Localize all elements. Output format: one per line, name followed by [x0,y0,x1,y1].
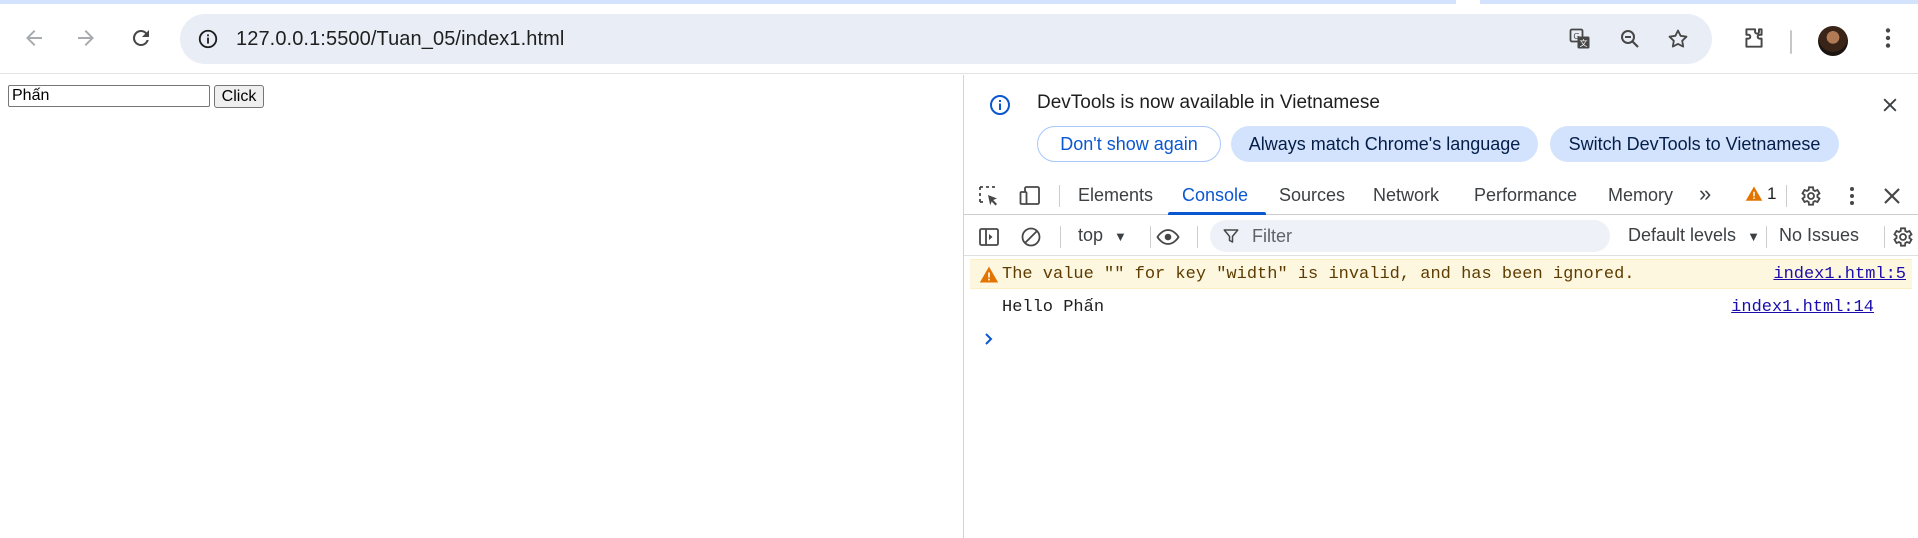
url-text[interactable]: 127.0.0.1:5500/Tuan_05/index1.html [236,28,564,51]
extensions-icon [1745,28,1763,48]
more-tabs-button[interactable]: » [1699,181,1711,207]
zoom-button[interactable] [1616,25,1644,53]
warning-count: 1 [1767,184,1777,203]
tab-sources[interactable]: Sources [1279,185,1345,206]
reload-button[interactable] [123,20,159,56]
settings-button[interactable] [1797,183,1823,209]
close-icon [1883,98,1897,112]
device-toolbar-button[interactable] [1017,183,1043,209]
extensions-button[interactable] [1737,21,1771,55]
bookmark-button[interactable] [1664,25,1692,53]
sidebar-toggle-button[interactable] [976,224,1002,250]
devtools-tabbar: Elements Console Sources Network Perform… [964,175,1918,215]
log-levels-dropdown[interactable]: Default levels ▼ [1628,225,1760,246]
log-message: Hello Phấn [1002,298,1105,317]
context-value: top [1078,225,1104,245]
warning-source-link[interactable]: index1.html:5 [1773,265,1906,284]
back-button[interactable] [16,20,52,56]
address-bar[interactable]: 127.0.0.1:5500/Tuan_05/index1.html G 文 [180,14,1712,64]
levels-label: Default levels [1628,225,1737,245]
toolbar-separator [1790,30,1792,54]
filter-icon [1223,229,1239,243]
inspect-element-icon [979,186,997,206]
forward-button[interactable] [68,20,104,56]
tab-network[interactable]: Network [1373,185,1439,206]
more-menu-icon [1885,28,1891,48]
devtools-menu-button[interactable] [1839,183,1865,209]
dropdown-arrow-icon: ▼ [1114,229,1127,244]
warning-message: The value "" for key "width" is invalid,… [1002,265,1635,284]
zoom-icon [1621,30,1639,48]
toolbar-divider [1786,185,1787,207]
translate-button[interactable]: G 文 [1566,25,1594,53]
gear-icon [1893,227,1913,247]
forward-icon [78,30,94,46]
context-selector[interactable]: top ▼ [1078,225,1127,246]
eye-icon [1156,229,1180,245]
toolbar-divider [1060,226,1061,248]
tab-performance[interactable]: Performance [1474,185,1577,206]
close-icon [1884,188,1900,204]
tab-elements[interactable]: Elements [1078,185,1153,206]
page-viewport: Click [0,75,963,538]
toolbar-divider [1197,226,1198,248]
live-expression-button[interactable] [1155,224,1181,250]
devtools-close-button[interactable] [1879,183,1905,209]
console-log-row: Hello Phấn index1.html:14 [970,291,1912,321]
console-settings-button[interactable] [1889,224,1915,250]
console-toolbar: top ▼ Filter Default levels ▼ No Issues [964,216,1918,256]
bookmark-star-icon [1668,29,1688,48]
back-icon [26,30,42,46]
warning-icon [979,266,999,283]
console-filter-input[interactable]: Filter [1210,220,1610,252]
active-tab-indicator [1168,212,1266,215]
sidebar-toggle-icon [979,228,999,246]
tab-console[interactable]: Console [1182,185,1248,206]
profile-avatar[interactable] [1818,26,1848,56]
toolbar-divider [1884,226,1885,248]
console-warning-row: The value "" for key "width" is invalid,… [970,259,1912,289]
dont-show-again-button[interactable]: Don't show again [1037,126,1221,162]
inspect-element-button[interactable] [976,183,1002,209]
console-prompt-icon[interactable] [982,329,996,349]
infobar-close-button[interactable] [1878,93,1902,117]
toolbar-divider [1150,226,1151,248]
info-icon [990,95,1010,115]
site-info-icon [198,29,218,49]
toolbar-divider [1766,226,1767,248]
filter-placeholder: Filter [1252,226,1292,246]
warning-icon [1745,186,1763,201]
svg-text:文: 文 [1580,38,1588,48]
match-language-button[interactable]: Always match Chrome's language [1231,126,1538,162]
device-toolbar-icon [1019,186,1040,205]
clear-icon [1021,227,1041,247]
warning-counter[interactable]: 1 [1745,184,1776,204]
switch-language-button[interactable]: Switch DevTools to Vietnamese [1550,126,1839,162]
click-button[interactable]: Click [214,85,264,108]
browser-toolbar: 127.0.0.1:5500/Tuan_05/index1.html G 文 [0,4,1918,74]
name-input[interactable] [8,85,210,107]
clear-console-button[interactable] [1018,224,1044,250]
kebab-menu-icon [1850,187,1854,205]
devtools-panel: DevTools is now available in Vietnamese … [963,75,1918,538]
site-info-button[interactable] [192,23,224,55]
infobar-message: DevTools is now available in Vietnamese [1037,92,1380,113]
language-infobar: DevTools is now available in Vietnamese … [964,75,1918,175]
issues-counter[interactable]: No Issues [1779,225,1859,246]
more-menu-button[interactable] [1871,21,1905,55]
log-source-link[interactable]: index1.html:14 [1731,298,1874,317]
tab-memory[interactable]: Memory [1608,185,1673,206]
dropdown-arrow-icon: ▼ [1747,229,1760,244]
gear-icon [1801,186,1821,206]
reload-icon [132,29,149,46]
translate-icon: G 文 [1569,28,1590,49]
toolbar-divider [1059,185,1060,207]
